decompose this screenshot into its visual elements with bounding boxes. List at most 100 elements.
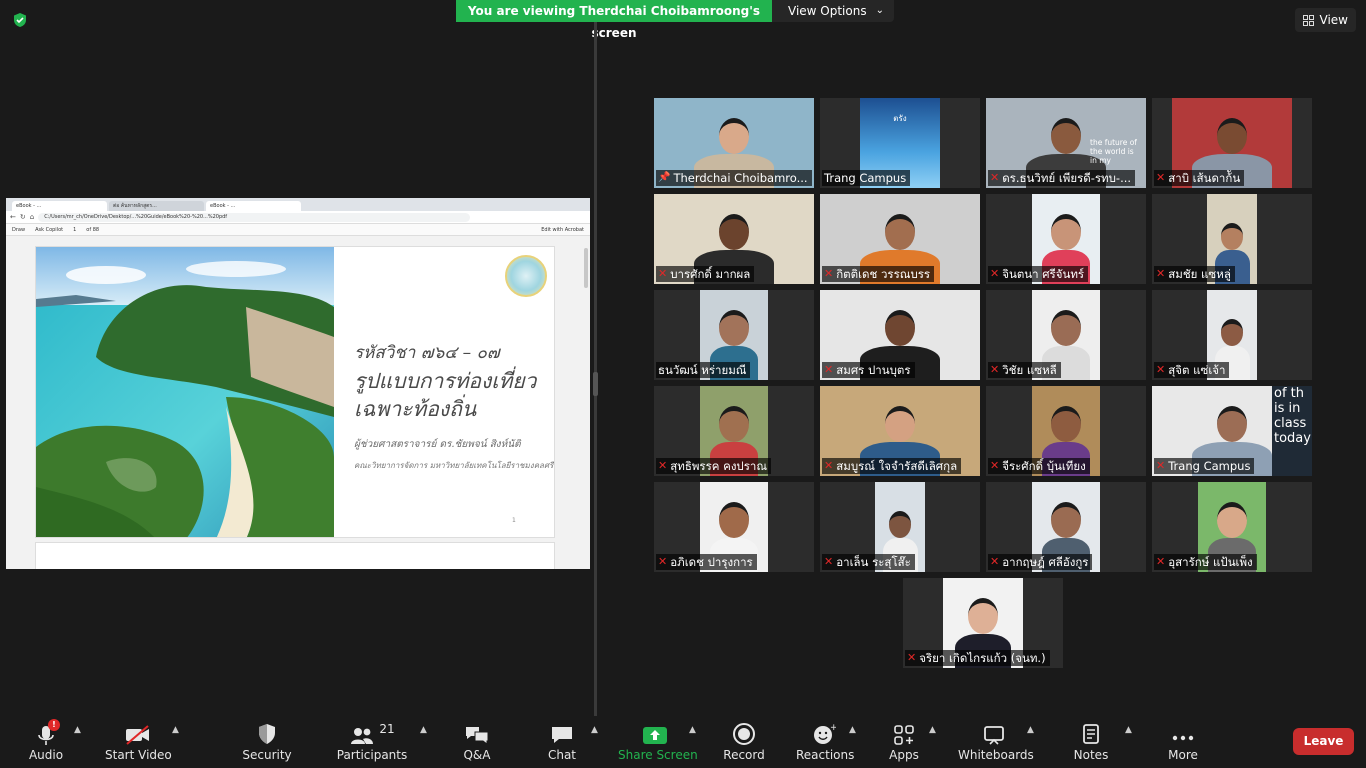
participants-options-caret[interactable]: ▲ — [420, 725, 427, 735]
reactions-options-caret[interactable]: ▲ — [849, 725, 856, 735]
participant-tile[interactable]: ✕ กิตติเดช วรรณบรร — [820, 194, 980, 284]
slide-title-line2: เฉพาะท้องถิ่น — [354, 397, 477, 421]
shield-icon[interactable] — [12, 12, 28, 28]
muted-mic-icon: ✕ — [990, 267, 1000, 280]
muted-mic-icon: ✕ — [824, 555, 834, 568]
edit-with-acrobat-button[interactable]: Edit with Acrobat — [541, 227, 584, 233]
participant-tile[interactable]: ✕ สมศร ปานบุตร — [820, 290, 980, 380]
participant-name: วิชัย แซหลี — [1002, 363, 1057, 377]
whiteboards-label: Whiteboards — [958, 748, 1034, 762]
participant-tile[interactable]: ✕ จินตนา ศรีจันทร์ — [986, 194, 1146, 284]
share-options-caret[interactable]: ▲ — [689, 725, 696, 735]
participant-name: Trang Campus — [824, 171, 907, 185]
url-field[interactable]: C:/Users/mr_ch/OneDrive/Desktop/...%20Gu… — [38, 212, 470, 222]
participant-tile[interactable]: ✕ สมบูรณ์ ใจจำรัสดีเลิศกุล — [820, 386, 980, 476]
participant-name: อากฤษฎ์ ศลีอังกูร — [1002, 555, 1089, 569]
apps-button[interactable]: Apps — [886, 716, 922, 768]
whiteboards-button[interactable]: Whiteboards — [958, 716, 1034, 768]
participant-name-label: ✕ สมบูรณ์ ใจจำรัสดีเลิศกุล — [822, 458, 962, 474]
muted-mic-icon: ✕ — [990, 363, 1000, 376]
chevron-down-icon: ⌄ — [875, 5, 884, 16]
audio-warning-badge: ! — [48, 719, 60, 731]
notes-options-caret[interactable]: ▲ — [1125, 725, 1132, 735]
notes-button[interactable]: Notes — [1072, 716, 1110, 768]
record-button[interactable]: Record — [722, 716, 766, 768]
participant-tile[interactable]: ✕ สุจิต แซ่เจ้า — [1152, 290, 1312, 380]
pdf-scrollbar[interactable] — [584, 248, 588, 288]
participant-tile[interactable]: ✕ วิชัย แซหลี — [986, 290, 1146, 380]
share-screen-button[interactable]: Share Screen — [618, 716, 698, 768]
divider-handle[interactable] — [593, 372, 598, 396]
participant-name-label: ธนวัฒน์ หร่ายมณี — [656, 362, 751, 378]
participant-head — [719, 502, 749, 538]
browser-tab[interactable]: eBook - ... — [12, 201, 107, 211]
participant-tile[interactable]: ✕ อากฤษฎ์ ศลีอังกูร — [986, 482, 1146, 572]
home-icon[interactable]: ⌂ — [30, 213, 34, 221]
ask-copilot-button[interactable]: Ask Copilot — [35, 227, 63, 233]
reload-icon[interactable]: ↻ — [20, 213, 26, 221]
start-video-button[interactable]: Start Video — [105, 716, 172, 768]
participant-head — [885, 310, 915, 346]
muted-mic-icon: ✕ — [1156, 171, 1166, 184]
video-options-caret[interactable]: ▲ — [172, 725, 179, 735]
pdf-page-next — [35, 542, 555, 569]
glass-wall-text: the future of the world is in my — [1090, 138, 1137, 165]
participant-tile[interactable]: ✕ สุทธิพรรค คงปราณ — [654, 386, 814, 476]
participant-tile[interactable]: ✕ อาเล็น ระสุโส๊ะ — [820, 482, 980, 572]
participant-tile[interactable]: the future of the world is in my ✕ ดร.ธนวิ… — [986, 98, 1146, 188]
participant-name-label: ✕ สมชัย แซหลู่ — [1154, 266, 1235, 282]
participant-name-label: ✕ สุจิต แซ่เจ้า — [1154, 362, 1230, 378]
participant-tile[interactable]: ✕ จีระศักดิ์ บุ้นเทียง — [986, 386, 1146, 476]
chat-options-caret[interactable]: ▲ — [591, 725, 598, 735]
participant-name: สมบูรณ์ ใจจำรัสดีเลิศกุล — [836, 459, 958, 473]
more-button[interactable]: More — [1162, 716, 1204, 768]
shared-screen[interactable]: eBook - ... ต่อ ค้นหาหลักสูตร... eBook -… — [6, 198, 590, 569]
muted-mic-icon: ✕ — [990, 459, 1000, 472]
participant-tile[interactable]: ✕ อุสารักษ์ แป้นเพ็ง — [1152, 482, 1312, 572]
view-options-label: View Options — [788, 4, 867, 18]
participant-tile[interactable]: ✕ อภิเดช ปารุงการ — [654, 482, 814, 572]
participant-head — [1051, 502, 1081, 538]
page-number-input[interactable]: 1 — [73, 227, 76, 233]
chat-label: Chat — [547, 748, 577, 762]
participant-tile[interactable]: of th is in class today ✕ Trang Campus — [1152, 386, 1312, 476]
split-divider[interactable] — [594, 22, 597, 716]
audio-button[interactable]: ! Audio — [22, 716, 70, 768]
participant-name: บารศักดิ์ มากผล — [670, 267, 751, 281]
whiteboards-options-caret[interactable]: ▲ — [1027, 725, 1034, 735]
view-button[interactable]: View — [1294, 8, 1356, 32]
whiteboard-icon — [984, 726, 1004, 745]
view-options-button[interactable]: View Options ⌄ — [772, 0, 894, 22]
participant-head — [888, 511, 912, 538]
chat-button[interactable]: Chat — [540, 716, 584, 768]
browser-tab[interactable]: ต่อ ค้นหาหลักสูตร... — [109, 201, 204, 211]
qa-button[interactable]: Q&A — [456, 716, 498, 768]
participant-tile[interactable]: 📌 Therdchai Choibamro... — [654, 98, 814, 188]
participant-name-label: ✕ สุทธิพรรค คงปราณ — [656, 458, 772, 474]
leave-button[interactable]: Leave — [1293, 728, 1354, 755]
participant-tile[interactable]: ✕ สาบิ เส้นดาก้ัน — [1152, 98, 1312, 188]
participant-tile[interactable]: ตรัง Trang Campus — [820, 98, 980, 188]
apps-options-caret[interactable]: ▲ — [929, 725, 936, 735]
muted-mic-icon: ✕ — [990, 171, 1000, 184]
participant-tile[interactable]: ธนวัฒน์ หร่ายมณี — [654, 290, 814, 380]
participant-head — [1217, 502, 1247, 538]
browser-tab[interactable]: eBook - ... — [206, 201, 301, 211]
pdf-viewer[interactable]: รหัสวิชา ๗๖๔ – ๐๗ รูปแบบการท่องเที่ยว เฉ… — [6, 236, 590, 569]
participant-tile[interactable]: ✕ บารศักดิ์ มากผล — [654, 194, 814, 284]
participants-button[interactable]: 21 Participants — [336, 716, 408, 768]
security-button[interactable]: Security — [240, 716, 294, 768]
participant-tile[interactable]: ✕ จริยา เกิดไกรแก้ว (จนท.) — [903, 578, 1063, 668]
back-icon[interactable]: ← — [10, 213, 16, 221]
muted-mic-icon: ✕ — [658, 459, 668, 472]
participants-label: Participants — [336, 748, 408, 762]
participants-icon — [351, 728, 374, 744]
participant-name-label: ✕ สมศร ปานบุตร — [822, 362, 915, 378]
reactions-button[interactable]: + Reactions — [796, 716, 854, 768]
start-video-label: Start Video — [105, 748, 172, 762]
participant-tile[interactable]: ✕ สมชัย แซหลู่ — [1152, 194, 1312, 284]
draw-tool[interactable]: Draw — [12, 227, 25, 233]
audio-options-caret[interactable]: ▲ — [74, 725, 81, 735]
screen-share-banner: You are viewing Therdchai Choibamroong's… — [456, 0, 894, 40]
participant-name: สุทธิพรรค คงปราณ — [670, 459, 768, 473]
